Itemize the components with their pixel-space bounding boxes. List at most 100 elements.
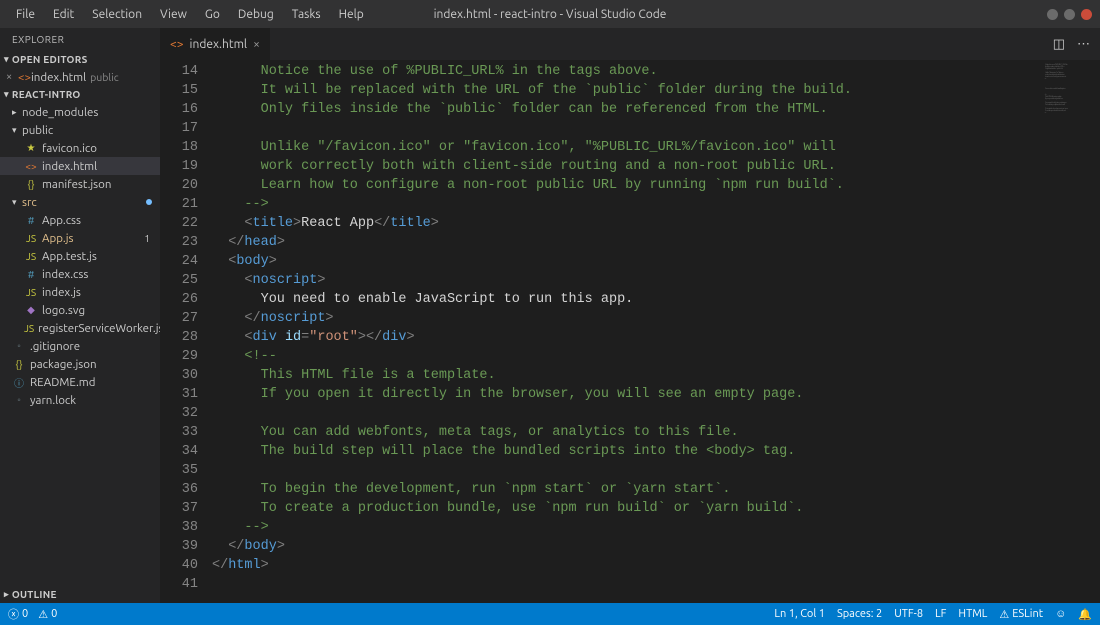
status-spaces[interactable]: Spaces: 2 — [837, 608, 882, 620]
outline-header[interactable]: OUTLINE — [0, 586, 160, 603]
svg-icon: ◆ — [24, 304, 38, 316]
js-icon: JS — [24, 251, 38, 262]
tab-actions: ◫ ⋯ — [1053, 28, 1100, 60]
lock-icon: ◦ — [12, 394, 26, 406]
folder-label: node_modules — [22, 106, 98, 119]
statusbar: ⓧ 0 ⚠ 0 Ln 1, Col 1 Spaces: 2 UTF-8 LF H… — [0, 603, 1100, 625]
file-label: App.test.js — [42, 250, 97, 263]
minimize-button[interactable] — [1047, 9, 1058, 20]
editor-tabs: <> index.html × ◫ ⋯ — [160, 28, 1100, 60]
tab-label: index.html — [190, 38, 248, 51]
editor-area: <> index.html × ◫ ⋯ 14 15 16 17 18 19 20… — [160, 28, 1100, 603]
menubar: FileEditSelectionViewGoDebugTasksHelp — [8, 6, 372, 23]
tree-file-yarnlock[interactable]: ◦ yarn.lock — [0, 391, 160, 409]
code-editor[interactable]: Notice the use of %PUBLIC_URL% in the ta… — [212, 60, 1040, 603]
close-editor-icon[interactable]: × — [6, 71, 18, 83]
status-encoding[interactable]: UTF-8 — [894, 608, 923, 620]
minimap[interactable]: Notice the use of %PUBLIC_URL% in It wil… — [1040, 60, 1100, 603]
close-tab-icon[interactable]: × — [253, 38, 260, 51]
favicon-icon: ★ — [24, 142, 38, 154]
file-label: App.css — [42, 214, 81, 227]
notifications-icon[interactable]: 🔔 — [1078, 608, 1092, 621]
tab-indexhtml[interactable]: <> index.html × — [160, 28, 271, 60]
file-label: favicon.ico — [42, 142, 97, 155]
js-icon: JS — [24, 323, 34, 334]
css-icon: # — [24, 215, 38, 226]
split-editor-icon[interactable]: ◫ — [1053, 37, 1065, 52]
file-label: yarn.lock — [30, 394, 76, 407]
file-label: manifest.json — [42, 178, 111, 191]
js-icon: JS — [24, 287, 38, 298]
tree-file-indexhtml[interactable]: <> index.html — [0, 157, 160, 175]
tree-file-appjs[interactable]: JS App.js 1 — [0, 229, 160, 247]
error-icon: ⓧ — [8, 606, 19, 622]
status-language[interactable]: HTML — [958, 608, 987, 620]
tree-file-logosvg[interactable]: ◆ logo.svg — [0, 301, 160, 319]
tree-folder-node-modules[interactable]: ▸ node_modules — [0, 103, 160, 121]
maximize-button[interactable] — [1064, 9, 1075, 20]
file-label: registerServiceWorker.js — [38, 322, 160, 335]
file-label: logo.svg — [42, 304, 85, 317]
problem-badge: 1 — [144, 233, 156, 244]
status-warnings[interactable]: ⚠ 0 — [38, 608, 57, 621]
tree-folder-public[interactable]: ▾ public — [0, 121, 160, 139]
code-container: 14 15 16 17 18 19 20 21 22 23 24 25 26 2… — [160, 60, 1100, 603]
tree-file-rsw[interactable]: JS registerServiceWorker.js — [0, 319, 160, 337]
menu-go[interactable]: Go — [197, 6, 228, 23]
tree-file-indexjs[interactable]: JS index.js — [0, 283, 160, 301]
eslint-label: ESLint — [1012, 608, 1043, 620]
tree-folder-src[interactable]: ▾ src — [0, 193, 160, 211]
json-icon: {} — [24, 179, 38, 190]
status-lncol[interactable]: Ln 1, Col 1 — [774, 608, 825, 620]
warning-icon: ⚠ — [38, 608, 48, 621]
status-errors[interactable]: ⓧ 0 — [8, 606, 28, 622]
json-icon: {} — [12, 359, 26, 370]
tree-file-indexcss[interactable]: # index.css — [0, 265, 160, 283]
error-count: 0 — [22, 608, 28, 620]
status-eslint[interactable]: ⚠ ESLint — [999, 608, 1043, 621]
file-label: index.html — [42, 160, 97, 173]
tree-file-apptest[interactable]: JS App.test.js — [0, 247, 160, 265]
window-title: index.html - react-intro - Visual Studio… — [434, 8, 667, 21]
chevron-down-icon: ▾ — [12, 197, 22, 208]
chevron-right-icon: ▸ — [12, 107, 22, 118]
explorer-sidebar: EXPLORER OPEN EDITORS × <> index.html pu… — [0, 28, 160, 603]
close-button[interactable] — [1081, 9, 1092, 20]
folder-label: src — [22, 196, 37, 209]
tree-file-packagejson[interactable]: {} package.json — [0, 355, 160, 373]
file-label: .gitignore — [30, 340, 80, 353]
html-icon: <> — [170, 38, 184, 51]
window-controls — [1047, 9, 1092, 20]
tree-file-readme[interactable]: ⓘ README.md — [0, 373, 160, 391]
menu-view[interactable]: View — [152, 6, 195, 23]
more-actions-icon[interactable]: ⋯ — [1077, 37, 1090, 52]
menu-file[interactable]: File — [8, 6, 43, 23]
menu-edit[interactable]: Edit — [45, 6, 82, 23]
line-gutter: 14 15 16 17 18 19 20 21 22 23 24 25 26 2… — [160, 60, 212, 603]
markdown-icon: ⓘ — [12, 375, 26, 390]
tree-file-gitignore[interactable]: ◦ .gitignore — [0, 337, 160, 355]
chevron-down-icon: ▾ — [12, 125, 22, 136]
file-label: README.md — [30, 376, 95, 389]
menu-selection[interactable]: Selection — [84, 6, 150, 23]
project-header[interactable]: REACT-INTRO — [0, 86, 160, 103]
menu-help[interactable]: Help — [331, 6, 372, 23]
titlebar: FileEditSelectionViewGoDebugTasksHelp in… — [0, 0, 1100, 28]
menu-debug[interactable]: Debug — [230, 6, 282, 23]
menu-tasks[interactable]: Tasks — [284, 6, 329, 23]
file-label: index.js — [42, 286, 81, 299]
open-editor-folder: public — [90, 71, 118, 83]
status-eol[interactable]: LF — [935, 608, 946, 620]
html-icon: <> — [24, 161, 38, 172]
tree-file-favicon[interactable]: ★ favicon.ico — [0, 139, 160, 157]
tree-file-appcss[interactable]: # App.css — [0, 211, 160, 229]
js-icon: JS — [24, 233, 38, 244]
tree-file-manifest[interactable]: {} manifest.json — [0, 175, 160, 193]
open-editor-filename: index.html — [31, 71, 86, 84]
explorer-title: EXPLORER — [0, 28, 160, 51]
open-editors-header[interactable]: OPEN EDITORS — [0, 51, 160, 68]
eslint-icon: ⚠ — [999, 608, 1009, 621]
file-label: package.json — [30, 358, 97, 371]
feedback-icon[interactable]: ☺ — [1055, 608, 1066, 620]
open-editor-item[interactable]: × <> index.html public — [0, 68, 160, 86]
